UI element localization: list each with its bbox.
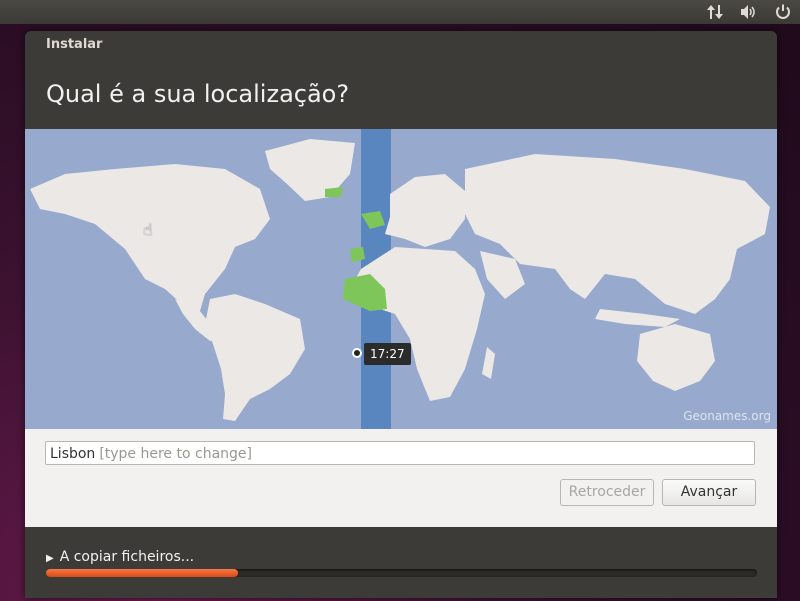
location-input[interactable]: Lisbon [type here to change] bbox=[45, 441, 755, 465]
progress-bar bbox=[46, 569, 757, 577]
progress-footer: ▶ A copiar ficheiros... bbox=[25, 527, 777, 598]
window-title: Instalar bbox=[46, 37, 103, 52]
map-credit: Geonames.org bbox=[683, 409, 771, 423]
land-australia bbox=[637, 324, 715, 391]
volume-icon[interactable] bbox=[732, 0, 766, 24]
progress-toggle[interactable]: ▶ A copiar ficheiros... bbox=[46, 549, 194, 565]
location-marker[interactable] bbox=[352, 348, 362, 358]
network-arrows-icon[interactable] bbox=[698, 0, 732, 24]
land-europe bbox=[385, 174, 465, 247]
land-madagascar bbox=[482, 347, 495, 379]
installer-window: Instalar Qual é a sua localização? 17:27… bbox=[25, 31, 777, 598]
page-title: Qual é a sua localização? bbox=[46, 80, 350, 108]
time-tooltip: 17:27 bbox=[364, 343, 411, 365]
land-africa bbox=[350, 247, 485, 401]
progress-label-text: A copiar ficheiros... bbox=[59, 549, 195, 565]
land-islands-indonesia bbox=[595, 309, 680, 327]
next-button[interactable]: Avançar bbox=[662, 479, 756, 506]
timezone-map[interactable]: 17:27 ☝ Geonames.org bbox=[25, 129, 777, 429]
hand-cursor-icon: ☝ bbox=[143, 220, 153, 239]
location-panel: Lisbon [type here to change] Retroceder A… bbox=[25, 429, 777, 527]
location-value: Lisbon bbox=[50, 446, 96, 462]
power-icon[interactable] bbox=[766, 0, 800, 24]
top-panel bbox=[0, 0, 800, 24]
location-placeholder: [type here to change] bbox=[99, 446, 252, 462]
expand-triangle-icon: ▶ bbox=[46, 553, 54, 564]
land-south-america bbox=[205, 294, 305, 421]
back-button[interactable]: Retroceder bbox=[560, 479, 654, 506]
world-map-shapes bbox=[30, 139, 770, 421]
progress-fill bbox=[46, 569, 238, 577]
selected-zone-areas bbox=[325, 187, 387, 311]
